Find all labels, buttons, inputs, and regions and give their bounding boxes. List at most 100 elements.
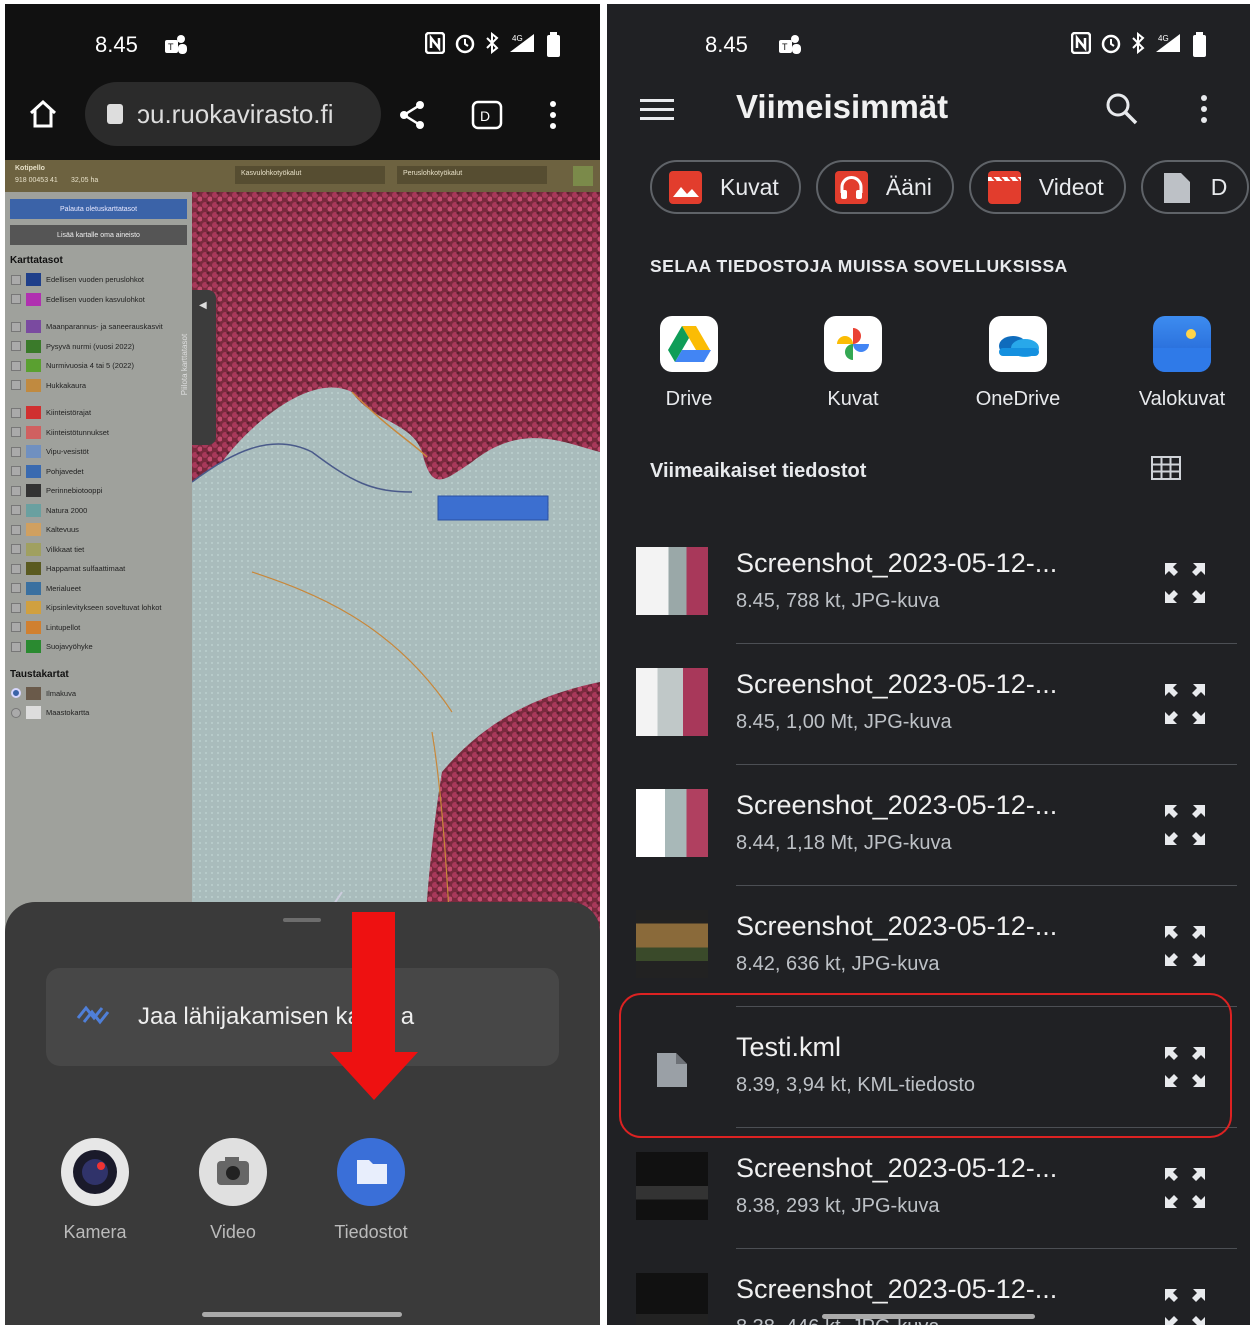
background-radio[interactable]: [11, 688, 21, 699]
expand-preview-icon[interactable]: [1163, 803, 1207, 847]
layer-checkbox[interactable]: [11, 602, 21, 613]
layer-row[interactable]: Perinnebiotooppi: [5, 481, 192, 501]
expand-preview-icon[interactable]: [1163, 682, 1207, 726]
layer-checkbox[interactable]: [11, 341, 21, 352]
layer-checkbox[interactable]: [11, 563, 21, 574]
layer-legend-swatch: [26, 503, 41, 517]
chip-images[interactable]: Kuvat: [650, 160, 801, 214]
layer-checkbox[interactable]: [11, 544, 21, 555]
layer-checkbox[interactable]: [11, 446, 21, 457]
background-radio[interactable]: [11, 707, 21, 718]
layer-label: Vipu-vesistöt: [46, 447, 89, 457]
layer-checkbox[interactable]: [11, 274, 21, 285]
camera-label: Kamera: [63, 1222, 127, 1242]
file-row[interactable]: Screenshot_2023-05-12-... 8.38, 293 kt, J…: [607, 1128, 1250, 1249]
more-menu-icon[interactable]: [1200, 94, 1208, 129]
gesture-bar[interactable]: [202, 1312, 402, 1317]
gesture-bar[interactable]: [822, 1314, 1035, 1319]
layer-label: Perinnebiotooppi: [46, 486, 103, 496]
layer-checkbox[interactable]: [11, 360, 21, 371]
layer-checkbox[interactable]: [11, 380, 21, 391]
file-thumbnail: [636, 1273, 708, 1325]
background-map-row[interactable]: Ilmakuva: [5, 684, 192, 704]
layer-legend-swatch: [26, 406, 41, 420]
layer-row[interactable]: Natura 2000: [5, 501, 192, 521]
expand-preview-icon[interactable]: [1163, 561, 1207, 605]
url-bar[interactable]: ɔu.ruokavirasto.fi: [85, 82, 381, 146]
layer-row[interactable]: Lintupellot: [5, 618, 192, 638]
hamburger-menu-icon[interactable]: [640, 98, 674, 127]
file-row[interactable]: Screenshot_2023-05-12-... 8.45, 788 kt, J…: [607, 523, 1250, 644]
layer-row[interactable]: Maanparannus- ja saneerauskasvit: [5, 317, 192, 337]
more-menu-icon[interactable]: [549, 100, 557, 135]
layer-checkbox[interactable]: [11, 485, 21, 496]
layer-checkbox[interactable]: [11, 466, 21, 477]
file-thumbnail: [636, 547, 708, 615]
layer-checkbox[interactable]: [11, 505, 21, 516]
file-row[interactable]: Screenshot_2023-05-12-... 8.44, 1,18 Mt, …: [607, 765, 1250, 886]
app-drive[interactable]: Drive: [624, 316, 754, 411]
layer-row[interactable]: Pohjavedet: [5, 462, 192, 482]
search-icon[interactable]: [1105, 92, 1139, 131]
layer-row[interactable]: Vilkkaat tiet: [5, 540, 192, 560]
app-gallery[interactable]: Valokuvat: [1117, 316, 1247, 411]
file-row[interactable]: Screenshot_2023-05-12-... 8.42, 636 kt, J…: [607, 886, 1250, 1007]
layer-checkbox[interactable]: [11, 407, 21, 418]
layer-checkbox[interactable]: [11, 524, 21, 535]
hide-layers-tab[interactable]: ◀ Piilota karttatasot: [180, 290, 216, 445]
layer-checkbox[interactable]: [11, 294, 21, 305]
grid-view-icon[interactable]: [1151, 456, 1181, 480]
nearby-share-icon: [76, 1002, 110, 1033]
expand-preview-icon[interactable]: [1163, 1287, 1207, 1325]
layer-row[interactable]: Kaltevuus: [5, 520, 192, 540]
layer-checkbox[interactable]: [11, 622, 21, 633]
sheet-handle[interactable]: [283, 918, 321, 922]
layer-row[interactable]: Happamat sulfaattimaat: [5, 559, 192, 579]
expand-preview-icon[interactable]: [1163, 1166, 1207, 1210]
chip-videos[interactable]: Videot: [968, 160, 1126, 214]
layer-row[interactable]: Merialueet: [5, 579, 192, 599]
layer-row[interactable]: Vipu-vesistöt: [5, 442, 192, 462]
chip-documents[interactable]: D: [1140, 160, 1250, 214]
app-onedrive[interactable]: OneDrive: [953, 316, 1083, 411]
share-icon[interactable]: [398, 100, 426, 135]
layer-row[interactable]: Kiinteistötunnukset: [5, 423, 192, 443]
add-own-data-button[interactable]: Lisää kartalle oma aineisto: [10, 225, 187, 245]
layer-row[interactable]: Suojavyöhyke: [5, 637, 192, 657]
layer-row[interactable]: Nurmivuosia 4 tai 5 (2022): [5, 356, 192, 376]
reset-layers-button[interactable]: Palauta oletuskarttatasot: [10, 199, 187, 219]
desktop-site-icon[interactable]: D: [471, 99, 503, 136]
layer-legend-swatch: [26, 640, 41, 654]
layer-checkbox[interactable]: [11, 641, 21, 652]
chip-audio[interactable]: Ääni: [815, 160, 954, 214]
share-target-video[interactable]: Video: [163, 1138, 303, 1243]
browser-toolbar: ɔu.ruokavirasto.fi D: [5, 74, 600, 160]
layer-row[interactable]: Hukkakaura: [5, 376, 192, 396]
background-map-row[interactable]: Maastokartta: [5, 703, 192, 723]
layer-checkbox[interactable]: [11, 583, 21, 594]
growth-block-tools-select[interactable]: Kasvulohkotyökalut: [235, 166, 385, 184]
layer-checkbox[interactable]: [11, 321, 21, 332]
app-photos[interactable]: Kuvat: [788, 316, 918, 411]
layer-row[interactable]: Edellisen vuoden kasvulohkot: [5, 290, 192, 310]
layer-row[interactable]: Edellisen vuoden peruslohkot: [5, 270, 192, 290]
share-target-camera[interactable]: Kamera: [25, 1138, 165, 1243]
layer-label: Lintupellot: [46, 622, 81, 632]
layer-legend-swatch: [26, 273, 41, 287]
home-icon[interactable]: [27, 98, 59, 135]
layer-row[interactable]: Kipsinlevitykseen soveltuvat lohkot: [5, 598, 192, 618]
layer-checkbox[interactable]: [11, 427, 21, 438]
base-block-tools-select[interactable]: Peruslohkotyökalut: [397, 166, 547, 184]
nearby-share-button[interactable]: Jaa lähijakamisen ka a: [46, 968, 559, 1066]
url-text: ɔu.ruokavirasto.fi: [137, 98, 334, 129]
layer-legend-swatch: [26, 445, 41, 459]
layer-label: Happamat sulfaattimaat: [46, 564, 126, 574]
fullscreen-button[interactable]: [573, 166, 593, 186]
layer-label: Maanparannus- ja saneerauskasvit: [46, 322, 163, 332]
layer-row[interactable]: Kiinteistörajat: [5, 403, 192, 423]
share-target-files[interactable]: Tiedostot: [301, 1138, 441, 1243]
file-row[interactable]: Screenshot_2023-05-12-... 8.45, 1,00 Mt, …: [607, 644, 1250, 765]
layer-label: Pohjavedet: [46, 466, 84, 476]
layer-row[interactable]: Pysyvä nurmi (vuosi 2022): [5, 337, 192, 357]
expand-preview-icon[interactable]: [1163, 924, 1207, 968]
